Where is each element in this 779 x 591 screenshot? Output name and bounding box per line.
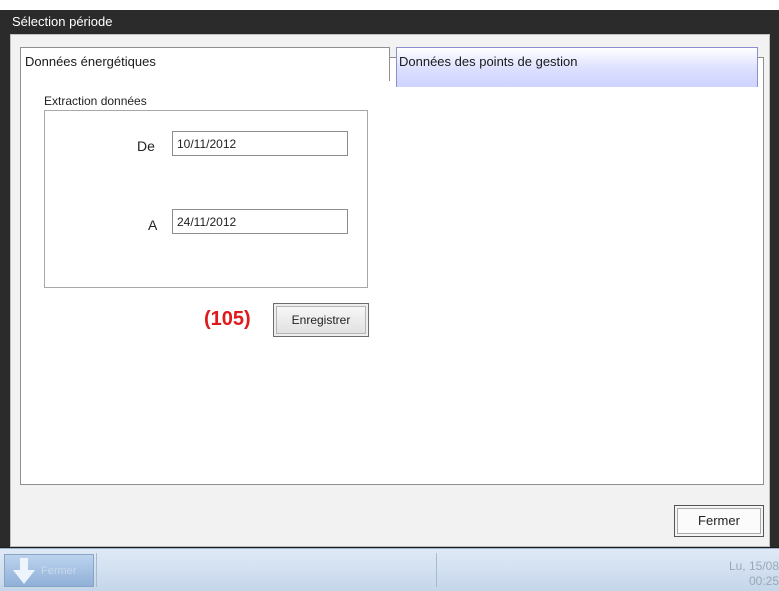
tab-energy-data[interactable]: Données énergétiques <box>20 47 390 81</box>
to-date-input[interactable] <box>172 209 348 234</box>
close-button-label: Fermer <box>677 508 761 534</box>
from-date-input[interactable] <box>172 131 348 156</box>
top-strip <box>0 0 779 10</box>
taskbar-date: Lu, 15/08 <box>728 559 779 573</box>
to-label: A <box>148 217 158 233</box>
close-button[interactable]: Fermer <box>674 505 764 537</box>
taskbar-divider <box>436 553 437 587</box>
tab-energy-data-label: Données énergétiques <box>25 54 156 69</box>
arrow-down-icon <box>11 557 37 588</box>
callout-number: (105) <box>204 308 251 330</box>
save-button-label: Enregistrer <box>276 306 366 334</box>
taskbar-close-button[interactable]: Fermer <box>4 554 94 587</box>
dialog-title: Sélection période <box>12 14 113 29</box>
taskbar-close-label: Fermer <box>41 565 77 577</box>
tab-management-points-data[interactable]: Données des points de gestion <box>396 47 758 87</box>
tab-management-points-data-label: Données des points de gestion <box>399 54 578 69</box>
taskbar-divider <box>96 553 97 587</box>
extraction-group-title: Extraction données <box>44 94 147 108</box>
save-button[interactable]: Enregistrer <box>273 303 369 337</box>
from-label: De <box>137 138 155 154</box>
taskbar-time: 00:25 <box>748 574 779 588</box>
taskbar: Fermer Lu, 15/08 00:25 <box>0 548 779 591</box>
